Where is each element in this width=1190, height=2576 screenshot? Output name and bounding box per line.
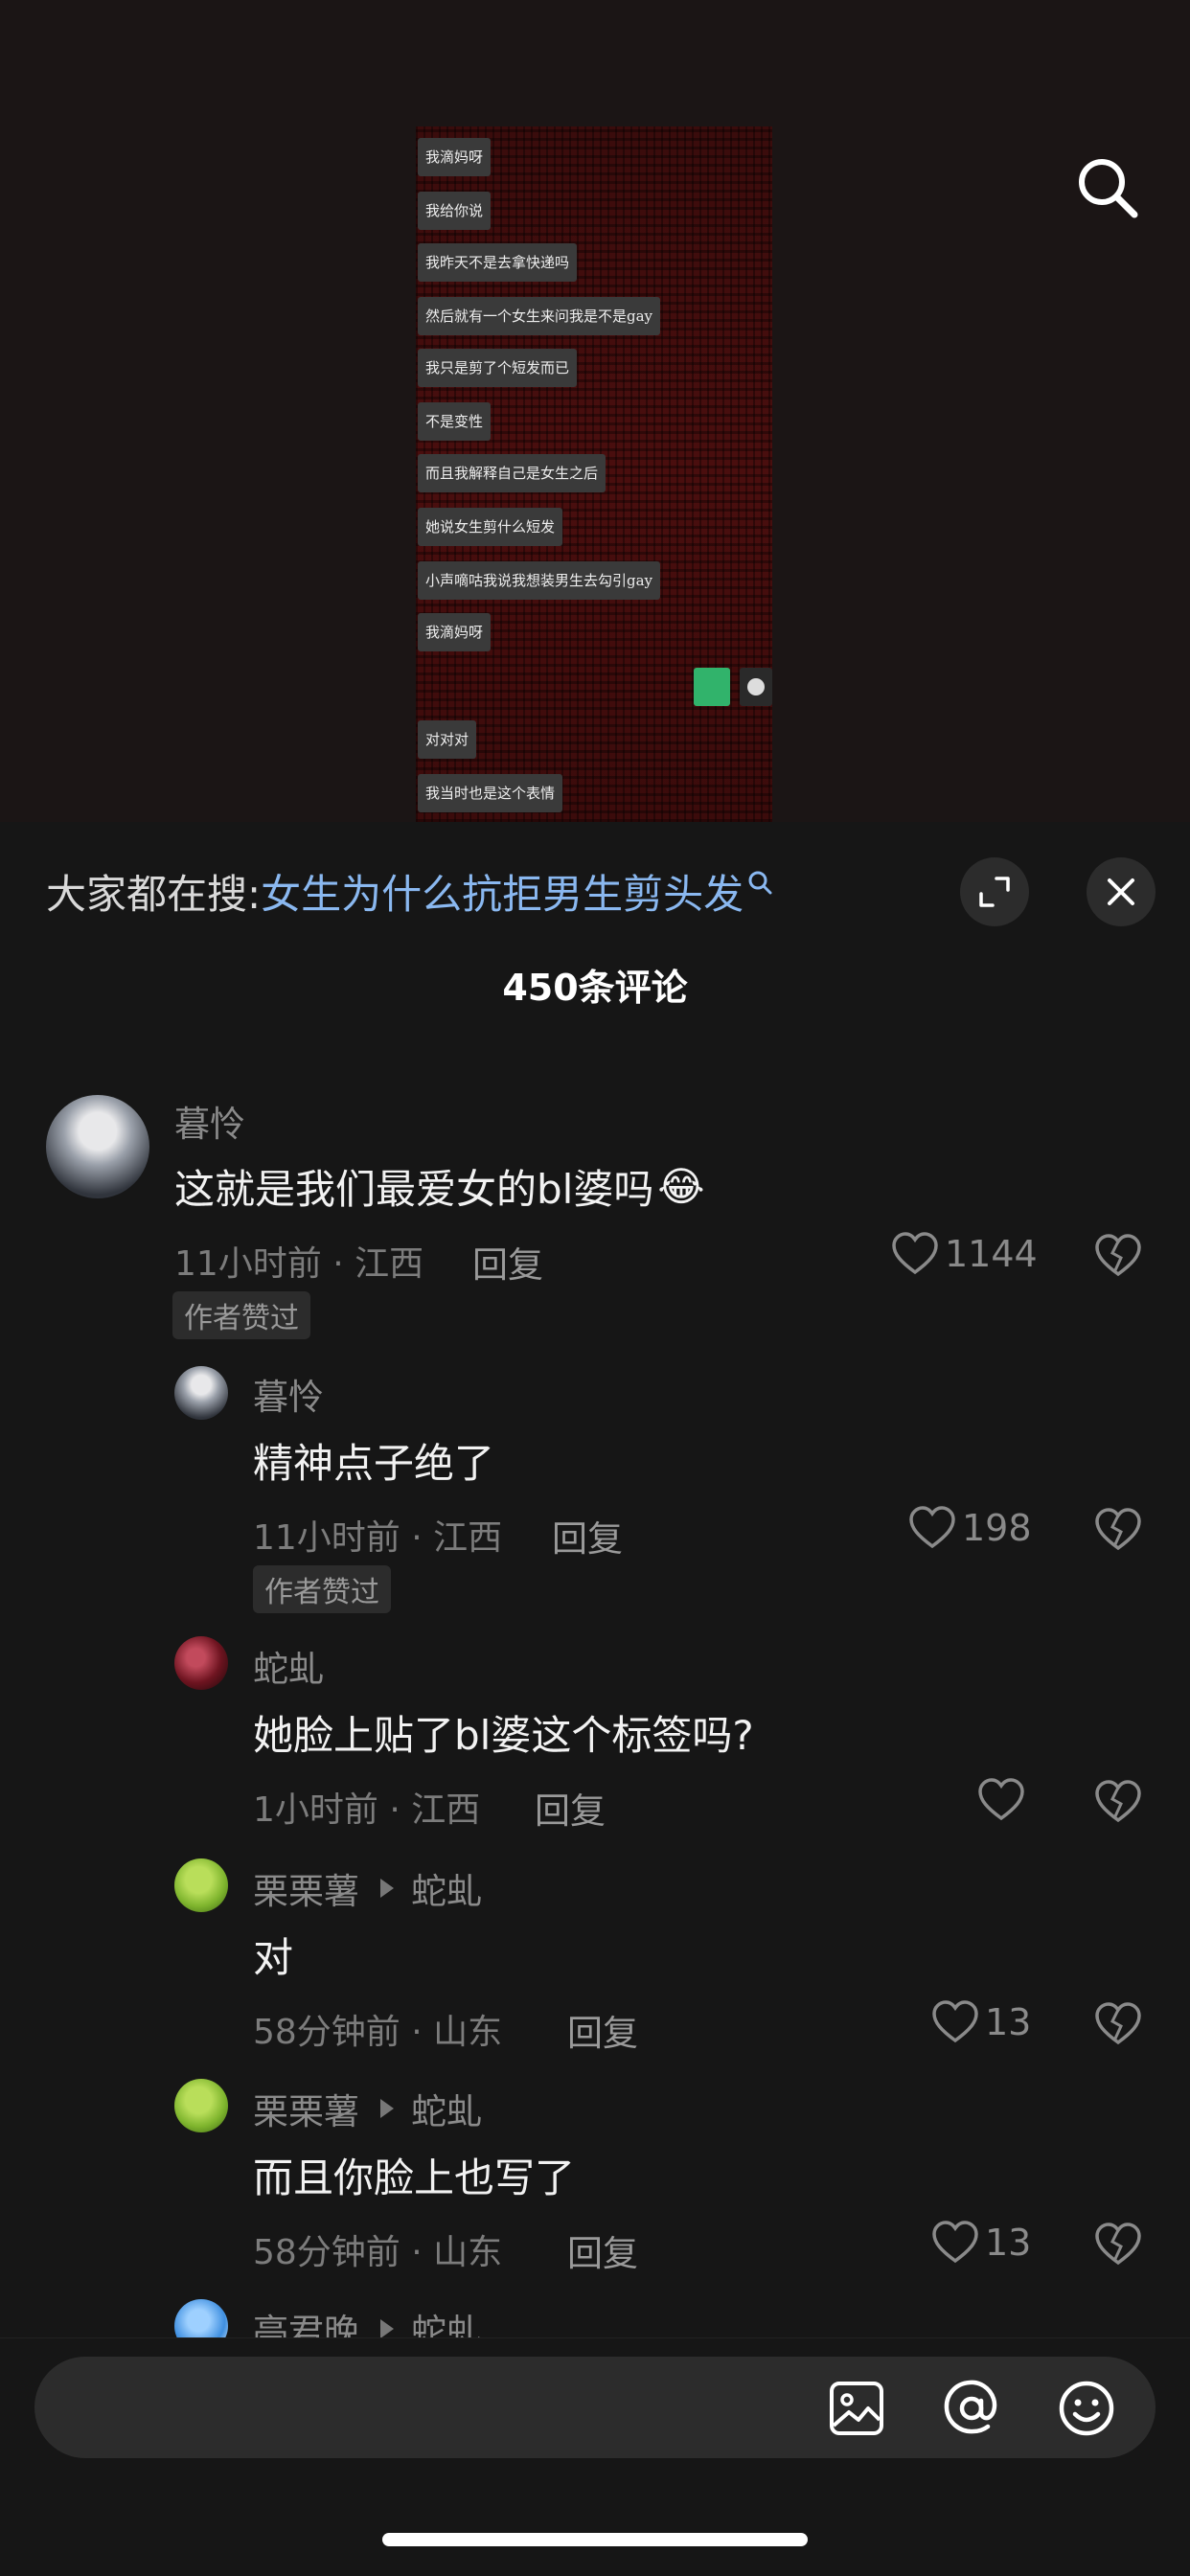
reply-to-username[interactable]: 蛇虬	[411, 1862, 482, 1914]
sent-message-bubble	[694, 668, 730, 706]
expand-button[interactable]	[960, 857, 1029, 926]
close-button[interactable]	[1087, 857, 1156, 926]
reply-button[interactable]: 回复	[552, 1510, 623, 1562]
comment-meta: 1小时前 · 江西	[253, 1790, 481, 1830]
comment-count: 450条评论	[502, 967, 688, 1009]
like-button[interactable]: 198	[908, 1506, 1032, 1550]
chat-message: 而且我解释自己是女生之后	[418, 454, 606, 492]
comment-text: 这就是我们最爱女的bl婆吗 😂	[174, 1157, 704, 1216]
comment-text: 她脸上贴了bl婆这个标签吗?	[253, 1712, 754, 1759]
video-frame: 我滴妈呀 我给你说 我昨天不是去拿快递吗 然后就有一个女生来问我是不是gay 我…	[416, 126, 772, 822]
heart-icon	[932, 2000, 978, 2043]
chat-message: 小声嘀咕我说我想装男生去勾引gay	[418, 561, 661, 600]
chat-message: 不是变性	[418, 402, 492, 441]
like-button[interactable]: 1144	[891, 1232, 1038, 1276]
chat-message: 我滴妈呀	[418, 613, 492, 651]
broken-heart-icon[interactable]	[1094, 2223, 1142, 2267]
comment-text: 对	[253, 1934, 294, 1981]
reply-arrow-icon	[380, 1879, 394, 1898]
reply-button[interactable]: 回复	[567, 2224, 638, 2276]
heart-icon	[932, 2221, 978, 2264]
chat-message: 我当时也是这个表情	[418, 774, 563, 812]
username[interactable]: 栗栗薯 蛇虬	[253, 1862, 482, 1914]
avatar[interactable]	[174, 2079, 228, 2132]
avatar[interactable]	[46, 1095, 149, 1198]
broken-heart-icon[interactable]	[1094, 1780, 1142, 1824]
reply-to-username[interactable]: 蛇虬	[411, 2083, 482, 2134]
like-count: 198	[962, 1507, 1032, 1549]
reply-button[interactable]: 回复	[472, 1236, 543, 1288]
search-icon[interactable]	[1073, 153, 1142, 222]
comment-meta: 58分钟前 · 山东	[253, 2233, 503, 2272]
comment-text-body: 这就是我们最爱女的bl婆吗	[174, 1166, 654, 1213]
like-count: 13	[985, 2001, 1032, 2043]
search-suggestion[interactable]: 大家都在搜: 女生为什么抗拒男生剪头发	[46, 862, 772, 920]
username[interactable]: 蛇虬	[253, 1640, 324, 1692]
heart-icon	[909, 1506, 955, 1549]
username-text[interactable]: 栗栗薯	[253, 2083, 359, 2134]
heart-icon	[978, 1778, 1024, 1821]
emoji-icon[interactable]	[1054, 2376, 1119, 2441]
author-liked-badge: 作者赞过	[172, 1291, 310, 1339]
username-text[interactable]: 栗栗薯	[253, 1862, 359, 1914]
broken-heart-icon[interactable]	[1094, 2002, 1142, 2046]
reply-arrow-icon	[380, 2099, 394, 2118]
comment-text: 精神点子绝了	[253, 1440, 495, 1487]
comment-input[interactable]	[67, 2371, 799, 2446]
like-count: 13	[985, 2222, 1032, 2264]
search-small-icon	[748, 871, 772, 895]
avatar[interactable]	[174, 1858, 228, 1912]
broken-heart-icon[interactable]	[1094, 1234, 1142, 1278]
video-area[interactable]: 我滴妈呀 我给你说 我昨天不是去拿快递吗 然后就有一个女生来问我是不是gay 我…	[0, 0, 1190, 822]
avatar[interactable]	[174, 1366, 228, 1420]
chat-message: 我只是剪了个短发而已	[418, 349, 578, 387]
avatar[interactable]	[174, 1636, 228, 1690]
image-icon[interactable]	[824, 2376, 889, 2441]
chat-message: 然后就有一个女生来问我是不是gay	[418, 297, 661, 335]
expand-icon	[979, 877, 1010, 907]
reply-arrow-icon	[380, 2319, 394, 2338]
reply-button[interactable]: 回复	[567, 2004, 638, 2056]
chat-message: 她说女生剪什么短发	[418, 508, 563, 546]
suggestion-label: 大家都在搜:	[46, 870, 262, 918]
username[interactable]: 暮怜	[174, 1095, 245, 1147]
laugh-emoji-icon: 😂	[657, 1163, 705, 1210]
suggestion-query[interactable]: 女生为什么抗拒男生剪头发	[261, 862, 744, 921]
username[interactable]: 暮怜	[253, 1368, 324, 1420]
like-button[interactable]: 13	[931, 2000, 1031, 2044]
at-icon[interactable]	[939, 2376, 1004, 2441]
chat-message: 我给你说	[418, 192, 492, 230]
comment-text: 而且你脸上也写了	[253, 2154, 576, 2201]
username[interactable]: 栗栗薯 蛇虬	[253, 2083, 482, 2134]
comment-meta: 11小时前 · 江西	[174, 1244, 424, 1284]
like-count: 1144	[945, 1233, 1038, 1275]
broken-heart-icon[interactable]	[1094, 1508, 1142, 1552]
heart-icon	[892, 1232, 938, 1275]
home-indicator[interactable]	[382, 2533, 808, 2546]
chat-avatar	[740, 668, 772, 706]
like-button[interactable]: 13	[931, 2221, 1031, 2265]
chat-message: 我滴妈呀	[418, 138, 492, 176]
reply-button[interactable]: 回复	[535, 1782, 606, 1834]
chat-message: 对对对	[418, 720, 477, 759]
author-liked-badge: 作者赞过	[253, 1565, 391, 1613]
chat-message: 我昨天不是去拿快递吗	[418, 243, 578, 282]
comment-meta: 58分钟前 · 山东	[253, 2013, 503, 2052]
comment-meta: 11小时前 · 江西	[253, 1518, 503, 1558]
like-button[interactable]	[977, 1778, 1031, 1822]
close-icon	[1108, 878, 1134, 905]
